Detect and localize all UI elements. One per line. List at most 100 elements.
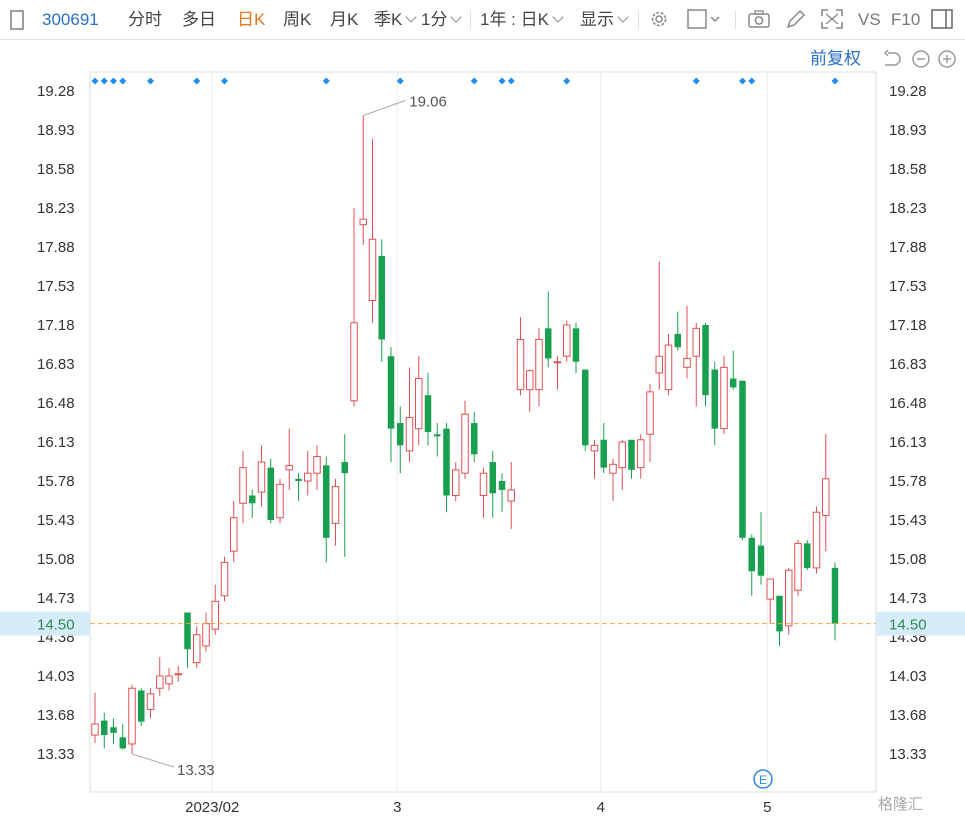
candle[interactable] xyxy=(507,462,515,529)
candle[interactable] xyxy=(822,434,830,552)
candle[interactable] xyxy=(91,692,99,743)
candle[interactable] xyxy=(831,562,839,641)
candle[interactable] xyxy=(498,473,506,513)
event-marker[interactable] xyxy=(563,77,571,85)
candle[interactable] xyxy=(443,423,450,513)
candle[interactable] xyxy=(572,322,580,373)
event-marker[interactable] xyxy=(100,77,108,85)
candle[interactable] xyxy=(655,261,663,390)
candle[interactable] xyxy=(146,688,155,719)
candle[interactable] xyxy=(119,723,127,750)
candle[interactable] xyxy=(812,506,821,574)
event-marker[interactable] xyxy=(692,77,700,85)
candle[interactable] xyxy=(674,311,682,351)
candle[interactable] xyxy=(220,556,229,602)
candle[interactable] xyxy=(563,320,571,362)
candle[interactable] xyxy=(211,584,219,635)
candle[interactable] xyxy=(794,540,802,596)
candle[interactable] xyxy=(692,322,700,407)
candle[interactable] xyxy=(646,384,654,463)
candle[interactable] xyxy=(683,306,691,379)
candle[interactable] xyxy=(553,356,562,390)
candle[interactable] xyxy=(535,328,543,407)
candle[interactable] xyxy=(230,501,238,563)
candle[interactable] xyxy=(461,400,469,479)
event-marker[interactable] xyxy=(831,77,839,85)
candle[interactable] xyxy=(249,489,256,518)
candle[interactable] xyxy=(304,450,312,496)
candle[interactable] xyxy=(174,665,182,682)
candle[interactable] xyxy=(479,467,488,518)
candle[interactable] xyxy=(110,718,117,744)
event-marker[interactable] xyxy=(748,77,756,85)
event-marker[interactable] xyxy=(110,77,117,85)
candle[interactable] xyxy=(165,668,173,691)
candle[interactable] xyxy=(609,458,617,502)
e-icon[interactable]: E xyxy=(753,769,773,789)
candle[interactable] xyxy=(101,712,108,749)
candle[interactable] xyxy=(424,372,432,446)
candle[interactable] xyxy=(748,534,756,596)
candle[interactable] xyxy=(757,512,765,585)
candle[interactable] xyxy=(276,478,284,524)
candle[interactable] xyxy=(202,612,210,652)
candle[interactable] xyxy=(637,434,645,479)
event-markers[interactable] xyxy=(91,77,839,85)
candle[interactable] xyxy=(128,684,136,754)
candle[interactable] xyxy=(526,369,534,412)
candle[interactable] xyxy=(804,540,811,571)
candle[interactable] xyxy=(618,439,626,490)
candle[interactable] xyxy=(785,567,793,635)
candle[interactable] xyxy=(341,434,349,557)
candle[interactable] xyxy=(331,478,340,546)
event-marker[interactable] xyxy=(147,77,154,85)
candle[interactable] xyxy=(184,612,191,669)
candle[interactable] xyxy=(415,356,423,446)
candle[interactable] xyxy=(776,595,783,646)
kline-chart[interactable]: 19.28 18.93 18.58 18.23 17.88 17.53 17.18 16.83… xyxy=(0,0,965,823)
candle[interactable] xyxy=(702,322,709,407)
candle[interactable] xyxy=(239,450,247,524)
candle[interactable] xyxy=(582,369,589,451)
candle[interactable] xyxy=(323,456,330,563)
event-marker[interactable] xyxy=(119,77,127,85)
candle[interactable] xyxy=(397,406,404,474)
event-marker[interactable] xyxy=(739,77,746,85)
candle[interactable] xyxy=(452,462,460,502)
candle[interactable] xyxy=(434,423,441,457)
candle[interactable] xyxy=(138,688,145,727)
event-marker[interactable] xyxy=(91,77,99,85)
event-marker[interactable] xyxy=(470,77,478,85)
candle[interactable] xyxy=(193,625,201,669)
event-marker[interactable] xyxy=(322,77,330,85)
candle[interactable] xyxy=(489,450,497,518)
candle[interactable] xyxy=(295,473,302,502)
candle[interactable] xyxy=(471,411,478,463)
candle[interactable] xyxy=(730,350,737,390)
candle[interactable] xyxy=(359,115,367,245)
candle[interactable] xyxy=(405,367,414,463)
candle[interactable] xyxy=(257,445,266,507)
candle[interactable] xyxy=(378,239,386,362)
candle[interactable] xyxy=(590,439,599,479)
candle[interactable] xyxy=(285,428,293,490)
candle[interactable] xyxy=(267,458,275,524)
candle[interactable] xyxy=(600,423,608,474)
candle[interactable] xyxy=(545,291,552,368)
candle[interactable] xyxy=(350,208,358,407)
event-marker[interactable] xyxy=(396,77,404,85)
candle[interactable] xyxy=(313,445,321,490)
event-marker[interactable] xyxy=(193,77,201,85)
event-marker[interactable] xyxy=(498,77,506,85)
event-marker[interactable] xyxy=(507,77,515,85)
candles[interactable] xyxy=(91,115,839,754)
candle[interactable] xyxy=(516,317,525,396)
candle[interactable] xyxy=(156,657,164,697)
candle[interactable] xyxy=(720,356,728,435)
candle[interactable] xyxy=(766,578,774,624)
candle[interactable] xyxy=(368,138,377,323)
candle[interactable] xyxy=(628,439,635,479)
candle[interactable] xyxy=(664,333,673,396)
candle[interactable] xyxy=(711,361,719,446)
event-marker[interactable] xyxy=(221,77,228,85)
